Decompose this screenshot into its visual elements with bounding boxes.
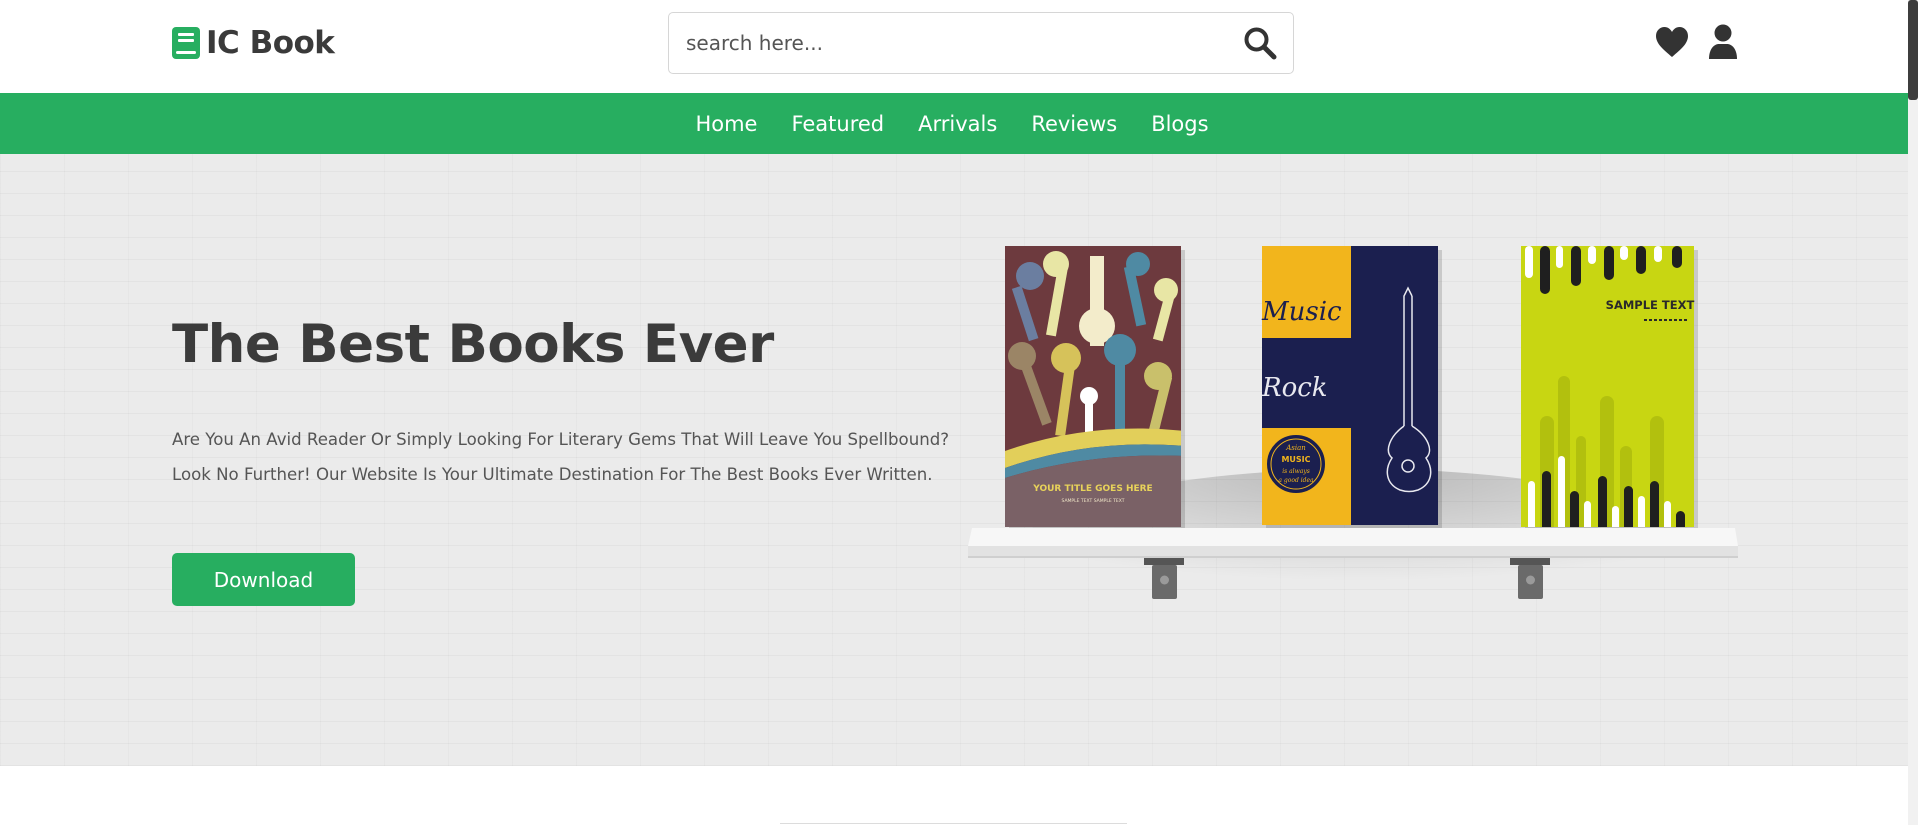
top-header: IC Book (0, 0, 1908, 93)
book2-badge-line4: a good idea (1278, 477, 1314, 484)
nav-link-home[interactable]: Home (695, 112, 757, 136)
logo-text: IC Book (206, 25, 335, 61)
search-form (668, 12, 1294, 74)
book-cover-hands: YOUR TITLE GOES HERE SAMPLE TEXT SAMPLE … (1005, 246, 1185, 531)
bookshelf-illustration: YOUR TITLE GOES HERE SAMPLE TEXT SAMPLE … (968, 246, 1738, 629)
book-cover-music: Music Rock Asian MUSIC is always a good … (1261, 246, 1442, 529)
book3-title: SAMPLE TEXT (1606, 298, 1695, 312)
nav-link-blogs[interactable]: Blogs (1151, 112, 1208, 136)
book-icon (172, 27, 200, 59)
user-icon[interactable] (1708, 24, 1738, 60)
nav-link-arrivals[interactable]: Arrivals (918, 112, 997, 136)
shelf-board (968, 528, 1738, 558)
page-scrollbar[interactable] (1908, 0, 1918, 825)
book1-title: YOUR TITLE GOES HERE (1032, 484, 1152, 494)
nav-link-featured[interactable]: Featured (791, 112, 884, 136)
hero-section: The Best Books Ever Are You An Avid Read… (0, 154, 1908, 766)
search-icon[interactable] (1243, 26, 1277, 60)
heart-icon[interactable] (1655, 26, 1689, 58)
book2-badge (1265, 433, 1327, 495)
hero-description: Are You An Avid Reader Or Simply Looking… (172, 430, 950, 484)
search-input[interactable] (670, 14, 1210, 72)
book-cover-sample: SAMPLE TEXT (1521, 246, 1698, 531)
book2-badge-line3: is always (1282, 468, 1310, 475)
scrollbar-thumb[interactable] (1908, 0, 1918, 100)
book2-word-music: Music (1261, 297, 1342, 327)
nav-link-reviews[interactable]: Reviews (1031, 112, 1117, 136)
book2-badge-line1: Asian (1285, 444, 1306, 452)
book2-word-rock: Rock (1261, 373, 1328, 403)
hero-title: The Best Books Ever (172, 314, 774, 375)
book2-badge-line2: MUSIC (1281, 455, 1310, 464)
section-divider (780, 823, 1127, 824)
main-nav: Home Featured Arrivals Reviews Blogs (0, 93, 1908, 154)
logo-link[interactable]: IC Book (172, 24, 335, 62)
download-button[interactable]: Download (172, 553, 355, 606)
book1-subtitle: SAMPLE TEXT SAMPLE TEXT (1062, 498, 1125, 504)
